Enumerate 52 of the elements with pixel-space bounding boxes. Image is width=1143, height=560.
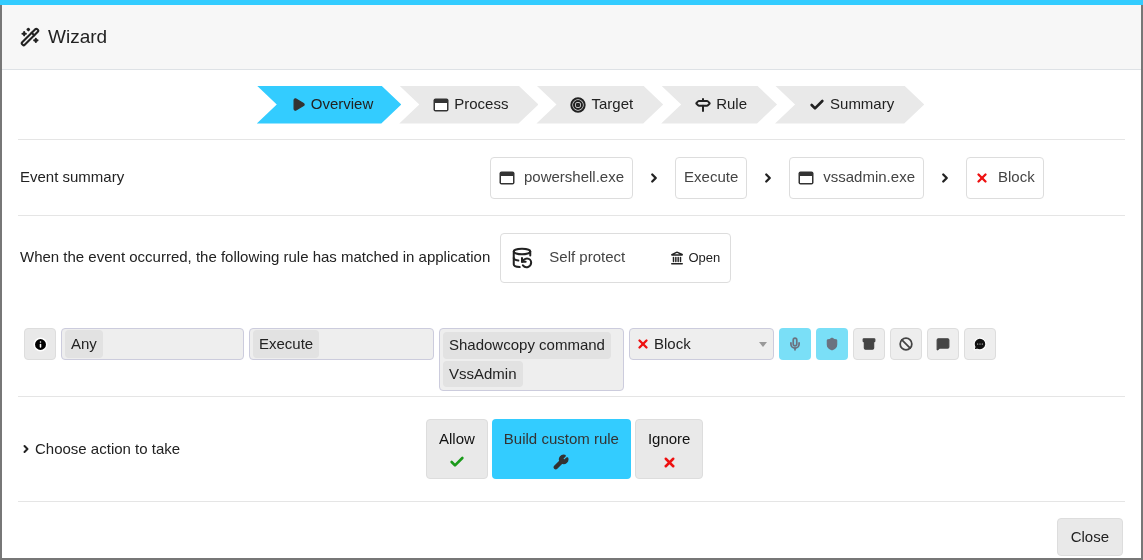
wizard-step-tab[interactable]: Rule (661, 85, 778, 124)
cross-icon (636, 337, 650, 351)
summary-chip: Block (966, 156, 1044, 199)
wizard-step-tab[interactable]: Overview (256, 85, 402, 124)
summary-chip: vssadmin.exe (789, 156, 924, 199)
action-option-button[interactable]: Build custom rule (491, 419, 631, 479)
window-icon (499, 170, 515, 185)
target-field[interactable]: Shadowcopy command VssAdmin (439, 328, 624, 391)
play-icon (290, 97, 306, 112)
shield-icon (825, 337, 839, 351)
toggle-button[interactable] (964, 328, 996, 360)
row-label: Event summary (20, 167, 126, 188)
window-icon (798, 170, 815, 185)
window-icon (433, 97, 450, 112)
wizard-step-tab[interactable]: Target (536, 85, 664, 124)
ban-icon (899, 337, 913, 351)
target-tag: Shadowcopy command (443, 332, 611, 359)
source-field[interactable]: Any (61, 328, 244, 360)
toggle-button[interactable] (779, 328, 811, 360)
wrench-icon (553, 454, 570, 471)
toggle-button[interactable] (816, 328, 848, 360)
action-option-button[interactable]: Allow (426, 419, 488, 479)
target-icon (570, 96, 587, 113)
cross-icon (975, 170, 989, 185)
microphone-icon (788, 337, 802, 351)
window-title: Wizard (48, 24, 108, 49)
magic-wand-icon (20, 27, 40, 47)
database-icon (511, 246, 534, 269)
comment-icon (936, 337, 950, 351)
info-button[interactable] (24, 328, 56, 360)
open-link[interactable]: Open (670, 247, 721, 268)
application-name: Self protect (549, 247, 626, 268)
signpost-icon (695, 96, 712, 113)
expand-toggle[interactable]: Choose action to take (20, 437, 426, 461)
action-option-button[interactable]: Ignore (634, 419, 704, 479)
action-field[interactable]: Execute (249, 328, 434, 360)
toggle-button[interactable] (927, 328, 959, 360)
summary-chip: Execute (675, 156, 748, 199)
close-button[interactable]: Close (1056, 518, 1123, 556)
chat-icon (973, 337, 987, 351)
wizard-step-tab[interactable]: Summary (775, 85, 925, 124)
verdict-select[interactable]: Block (629, 328, 774, 360)
bank-icon (670, 250, 685, 265)
info-icon (32, 336, 48, 352)
match-description: When the event occurred, the following rule has matched in application (20, 247, 491, 268)
toggle-button[interactable] (853, 328, 885, 360)
wizard-step-tab[interactable]: Process (399, 85, 539, 124)
archive-icon (862, 337, 876, 351)
toggle-button[interactable] (890, 328, 922, 360)
summary-chip: powershell.exe (490, 156, 634, 199)
caret-icon (759, 341, 767, 347)
target-tag: VssAdmin (443, 360, 523, 387)
